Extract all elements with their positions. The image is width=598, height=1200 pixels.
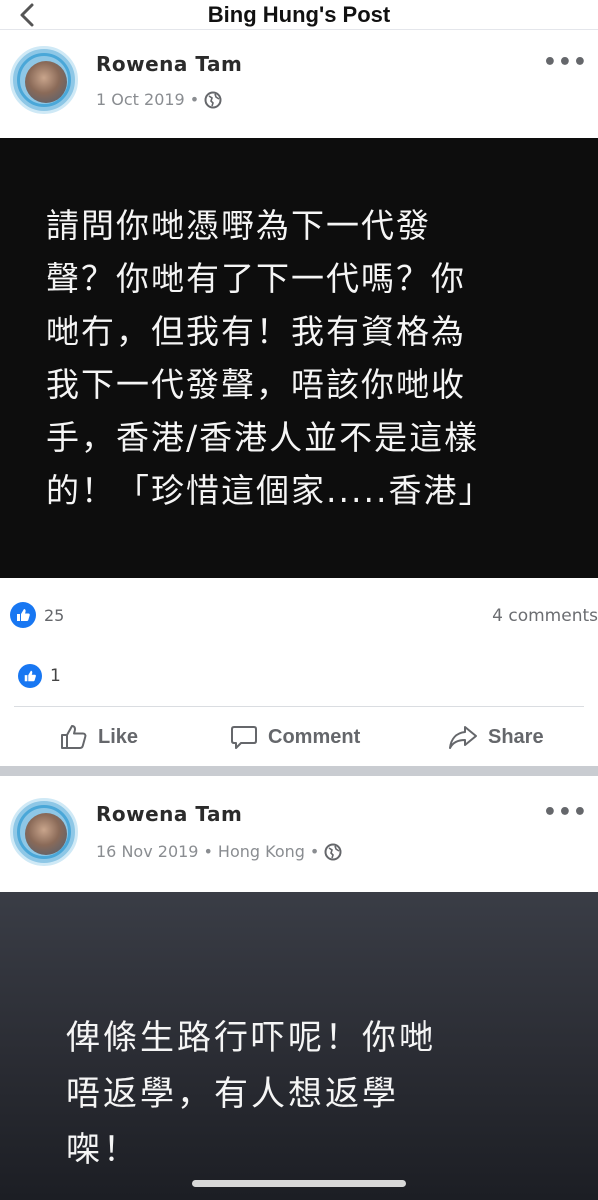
post-date[interactable]: 1 Oct 2019 xyxy=(96,90,185,109)
post-image-text: 請問你哋憑嘢為下一代發 聲？你哋有了下一代嗎？你 哋冇，但我有！我有資格為 我下… xyxy=(46,206,494,510)
globe-icon xyxy=(324,843,342,860)
avatar-photo xyxy=(25,61,67,103)
thumbs-up-outline-icon xyxy=(61,725,87,749)
like-label: Like xyxy=(98,725,139,748)
avatar[interactable] xyxy=(10,798,78,866)
globe-icon xyxy=(204,91,222,108)
thumbs-up-icon xyxy=(24,670,36,682)
feed-separator xyxy=(0,766,598,776)
post-image[interactable]: 請問你哋憑嘢為下一代發 聲？你哋有了下一代嗎？你 哋冇，但我有！我有資格為 我下… xyxy=(0,138,598,578)
share-arrow-icon xyxy=(449,726,477,749)
post-location[interactable]: Hong Kong xyxy=(218,842,305,861)
like-button[interactable]: Like xyxy=(60,720,138,754)
post-image-text: 俾條生路行吓呢！你哋 唔返學，有人想返學 㗎！ xyxy=(66,1018,436,1170)
post-meta: 1 Oct 2019 • xyxy=(96,90,222,109)
meta-separator: • xyxy=(203,842,213,861)
shared-like-icon[interactable] xyxy=(18,664,42,688)
meta-separator: • xyxy=(309,842,320,861)
action-bar: Like Comment Share xyxy=(0,714,598,762)
avatar[interactable] xyxy=(10,46,78,114)
more-options-button[interactable]: ••• xyxy=(543,800,588,825)
like-reaction-icon[interactable] xyxy=(10,602,36,628)
home-indicator[interactable] xyxy=(192,1180,406,1187)
comment-button[interactable]: Comment xyxy=(230,720,360,754)
post-meta: 16 Nov 2019 • Hong Kong • xyxy=(96,842,342,861)
page-title: Bing Hung's Post xyxy=(207,2,391,27)
reaction-count[interactable]: 25 xyxy=(44,606,64,625)
post-card: Rowena Tam 1 Oct 2019 • ••• 請問你哋憑嘢為下一代發 … xyxy=(0,42,598,762)
thumbs-up-icon xyxy=(17,609,30,621)
post-author[interactable]: Rowena Tam xyxy=(96,802,242,826)
post-image[interactable]: 俾條生路行吓呢！你哋 唔返學，有人想返學 㗎！ xyxy=(0,892,598,1200)
share-button[interactable]: Share xyxy=(448,720,544,754)
reaction-bar: 25 4 comments xyxy=(0,598,598,634)
share-label: Share xyxy=(488,725,544,748)
comment-count[interactable]: 4 comments xyxy=(492,606,598,626)
meta-separator: • xyxy=(189,90,200,109)
share-reaction-count[interactable]: 1 xyxy=(50,666,61,686)
post-card: Rowena Tam 16 Nov 2019 • Hong Kong • •••… xyxy=(0,778,598,1200)
post-date[interactable]: 16 Nov 2019 xyxy=(96,842,198,861)
divider xyxy=(14,706,584,707)
comment-bubble-icon xyxy=(231,726,257,749)
comment-label: Comment xyxy=(268,725,361,748)
avatar-photo xyxy=(25,813,67,855)
more-options-button[interactable]: ••• xyxy=(543,50,588,75)
top-nav-bar: Bing Hung's Post xyxy=(0,0,598,30)
post-author[interactable]: Rowena Tam xyxy=(96,52,242,76)
